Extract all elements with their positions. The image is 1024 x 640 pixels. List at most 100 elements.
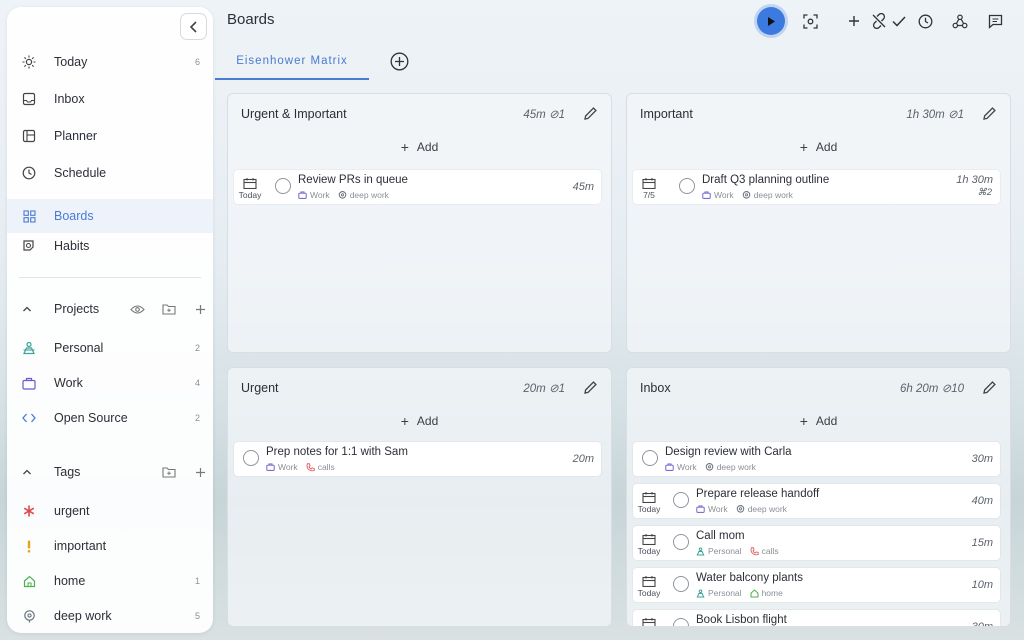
task-title: Prepare release handoff <box>696 488 820 500</box>
task-checkbox[interactable] <box>673 534 689 550</box>
task-card[interactable]: Today Prepare release handoff Work deep … <box>633 484 1000 518</box>
tag-deep-work[interactable]: deep work 5 <box>7 599 213 633</box>
edit-quadrant-button[interactable] <box>581 104 599 122</box>
collapse-sidebar-button[interactable] <box>180 13 207 40</box>
add-task-button[interactable]: + Add <box>627 412 1010 430</box>
tags-header[interactable]: Tags <box>7 460 213 484</box>
project-work[interactable]: Work 4 <box>7 366 213 400</box>
focus-button[interactable] <box>797 8 823 34</box>
quadrant-summary: 20m ⊘1 <box>523 383 565 395</box>
task-card[interactable]: Prep notes for 1:1 with Sam Work calls 2… <box>234 442 601 476</box>
tab-eisenhower-matrix[interactable]: Eisenhower Matrix <box>215 44 369 80</box>
project-open-source[interactable]: Open Source 2 <box>7 401 213 435</box>
phone-icon <box>306 462 315 471</box>
quadrant-important: Important 1h 30m ⊘1 + Add 7/5 Draft Q3 pl… <box>626 93 1011 353</box>
integrations-button[interactable] <box>947 8 973 34</box>
edit-quadrant-button[interactable] <box>980 104 998 122</box>
projects-header[interactable]: Projects <box>7 297 213 321</box>
edit-quadrant-button[interactable] <box>581 378 599 396</box>
task-tag-label: deep work <box>349 190 389 200</box>
task-checkbox[interactable] <box>275 178 291 194</box>
home-icon <box>750 588 759 597</box>
task-date[interactable]: Today <box>635 492 663 514</box>
project-personal[interactable]: Personal 2 <box>7 331 213 365</box>
task-checkbox[interactable] <box>673 576 689 592</box>
add-label: Add <box>815 140 838 154</box>
history-button[interactable] <box>912 8 938 34</box>
add-label: Add <box>416 140 439 154</box>
plus-circle-icon <box>390 52 408 70</box>
task-card[interactable]: Today Call mom Personal calls 15m <box>633 526 1000 560</box>
task-card[interactable]: Book Lisbon flight 30m <box>633 610 1000 627</box>
calendar-icon <box>642 618 656 626</box>
task-card[interactable]: 7/5 Draft Q3 planning outline Work deep … <box>633 170 1000 204</box>
sidebar-item-boards[interactable]: Boards <box>7 199 213 233</box>
task-tags: Personal home <box>696 588 783 598</box>
project-count: 2 <box>194 413 200 423</box>
add-task-button[interactable]: + Add <box>228 412 611 430</box>
quadrant-title: Inbox <box>640 381 671 395</box>
task-tag-label: deep work <box>747 504 787 514</box>
chevron-up-icon[interactable] <box>22 468 32 476</box>
task-checkbox[interactable] <box>243 450 259 466</box>
task-checkbox[interactable] <box>673 618 689 626</box>
task-card[interactable]: Design review with Carla Work deep work … <box>633 442 1000 476</box>
task-checkbox[interactable] <box>642 450 658 466</box>
task-date-label: Today <box>637 504 661 514</box>
task-tag: Work <box>266 462 298 472</box>
sidebar-item-today[interactable]: Today 6 <box>7 45 213 79</box>
task-duration: 30m <box>971 621 993 627</box>
task-tag-label: Work <box>677 462 697 472</box>
sidebar-item-inbox[interactable]: Inbox <box>7 82 213 116</box>
edit-quadrant-button[interactable] <box>980 378 998 396</box>
tag-urgent[interactable]: urgent <box>7 494 213 528</box>
sidebar-item-planner[interactable]: Planner <box>7 119 213 153</box>
task-date[interactable]: 7/5 <box>635 178 663 200</box>
webhook-icon <box>952 13 968 28</box>
task-date[interactable]: Today <box>236 178 264 200</box>
clock-icon <box>21 165 37 181</box>
project-count: 4 <box>194 378 200 388</box>
task-duration: 30m <box>971 453 993 465</box>
task-date[interactable]: Today <box>635 534 663 556</box>
location-icon <box>742 190 750 199</box>
task-date[interactable]: Today <box>635 576 663 598</box>
complete-button[interactable] <box>886 8 912 34</box>
add-task-button[interactable]: + Add <box>627 138 1010 156</box>
tag-important[interactable]: important <box>7 529 213 563</box>
quadrant-urgent: Urgent 20m ⊘1 + Add Prep notes for 1:1 wi… <box>227 367 612 627</box>
plus-icon: + <box>400 413 409 429</box>
task-tag: Work <box>298 190 330 200</box>
sidebar-item-habits[interactable]: Habits <box>7 229 213 263</box>
task-tag-label: Personal <box>708 588 742 598</box>
add-folder-icon[interactable] <box>161 301 177 317</box>
task-checkbox[interactable] <box>673 492 689 508</box>
task-card[interactable]: Today Review PRs in queue Work deep work… <box>234 170 601 204</box>
sidebar-item-schedule[interactable]: Schedule <box>7 156 213 190</box>
check-icon <box>892 15 906 27</box>
task-subtask-count: ⌘2 <box>977 187 992 198</box>
calendar-icon <box>642 178 656 189</box>
eye-icon[interactable] <box>129 301 145 317</box>
task-tag-label: deep work <box>716 462 756 472</box>
plus-icon: + <box>799 413 808 429</box>
task-duration: 45m <box>572 181 594 193</box>
plus-icon[interactable] <box>192 464 208 480</box>
add-folder-icon[interactable] <box>161 464 177 480</box>
chevron-up-icon[interactable] <box>22 305 32 313</box>
messages-button[interactable] <box>982 8 1008 34</box>
task-tag-label: Work <box>714 190 734 200</box>
play-button[interactable] <box>757 7 785 35</box>
tag-home[interactable]: home 1 <box>7 564 213 598</box>
add-task-button[interactable] <box>841 8 867 34</box>
add-board-button[interactable] <box>389 51 409 71</box>
task-checkbox[interactable] <box>679 178 695 194</box>
task-tag-label: home <box>761 588 783 598</box>
task-card[interactable]: Today Water balcony plants Personal home… <box>633 568 1000 602</box>
sidebar-divider <box>19 277 201 278</box>
add-task-button[interactable]: + Add <box>228 138 611 156</box>
projects-header-label: Projects <box>54 302 100 316</box>
task-title: Draft Q3 planning outline <box>702 174 830 186</box>
task-date[interactable] <box>635 618 663 626</box>
plus-icon[interactable] <box>192 301 208 317</box>
